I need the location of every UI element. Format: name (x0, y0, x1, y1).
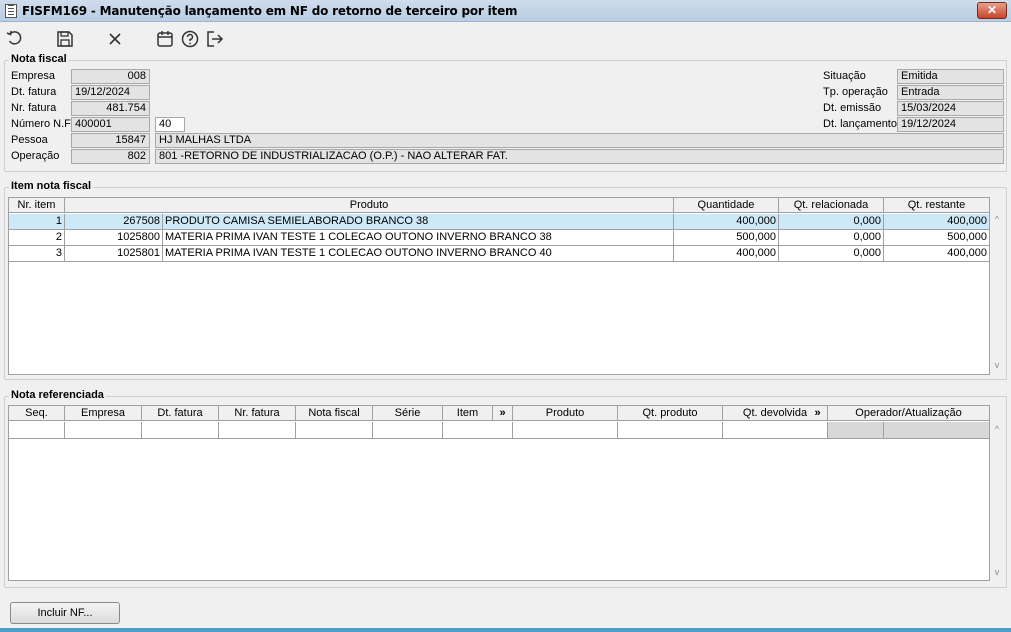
cell-quantidade[interactable]: 500,000 (674, 230, 779, 246)
empresa-field: 008 (71, 69, 150, 84)
item-grid[interactable]: Nr. item Produto Quantidade Qt. relacion… (8, 197, 990, 375)
dt-emissao-label: Dt. emissão (823, 102, 882, 114)
cell-quantidade[interactable]: 400,000 (674, 214, 779, 230)
cell-operador (828, 422, 884, 439)
cell-atualizacao (884, 422, 990, 439)
cell-serie[interactable] (373, 422, 443, 439)
nr-fatura-label: Nr. fatura (11, 102, 57, 114)
cell-qt-relacionada[interactable]: 0,000 (779, 230, 884, 246)
numero-nf-field: 400001 (71, 117, 150, 132)
dt-fatura-label: Dt. fatura (11, 86, 57, 98)
tp-operacao-field: Entrada (897, 85, 1004, 100)
cell-qt-relacionada[interactable]: 0,000 (779, 214, 884, 230)
cell-seq[interactable] (9, 422, 65, 439)
item-nota-fiscal-legend: Item nota fiscal (9, 180, 94, 192)
cell-produto[interactable]: PRODUTO CAMISA SEMIELABORADO BRANCO 38 (163, 214, 674, 230)
numero-nf-label: Número N.F (11, 118, 71, 130)
empresa-label: Empresa (11, 70, 56, 82)
serie-field: 40 (155, 117, 185, 132)
pessoa-code-field: 15847 (71, 133, 150, 148)
scroll-down-icon[interactable]: v (991, 567, 1003, 577)
expand-columns-button[interactable]: » (493, 406, 513, 421)
close-button[interactable]: ✕ (977, 2, 1007, 19)
operacao-label: Operação (11, 150, 60, 162)
scroll-up-icon[interactable]: ^ (991, 214, 1003, 224)
column-header-produto[interactable]: Produto (65, 198, 674, 213)
window-title: FISFM169 - Manutenção lançamento em NF d… (22, 4, 518, 18)
cell-nota-fiscal[interactable] (296, 422, 373, 439)
dt-emissao-field: 15/03/2024 (897, 101, 1004, 116)
column-header-nr-item[interactable]: Nr. item (9, 198, 65, 213)
column-header-empresa[interactable]: Empresa (65, 406, 142, 421)
cell-dt-fatura[interactable] (142, 422, 219, 439)
cell-qt-restante[interactable]: 500,000 (884, 230, 990, 246)
cell-codigo[interactable]: 1025800 (65, 230, 163, 246)
cell-codigo[interactable]: 267508 (65, 214, 163, 230)
column-header-produto[interactable]: Produto (513, 406, 618, 421)
cell-produto[interactable]: MATERIA PRIMA IVAN TESTE 1 COLECAO OUTON… (163, 246, 674, 262)
column-header-operador-atualizacao[interactable]: Operador/Atualização (828, 406, 990, 421)
cell-qt-relacionada[interactable]: 0,000 (779, 246, 884, 262)
cell-nr-item[interactable]: 2 (9, 230, 65, 246)
save-icon[interactable] (55, 29, 75, 49)
scroll-up-icon[interactable]: ^ (991, 424, 1003, 434)
referenced-grid[interactable]: Seq. Empresa Dt. fatura Nr. fatura Nota … (8, 405, 990, 581)
scroll-down-icon[interactable]: v (991, 360, 1003, 370)
situacao-field: Emitida (897, 69, 1004, 84)
cell-codigo[interactable]: 1025801 (65, 246, 163, 262)
document-icon (5, 4, 17, 18)
dt-fatura-field: 19/12/2024 (71, 85, 150, 100)
calendar-icon[interactable] (155, 29, 175, 49)
column-header-qt-produto[interactable]: Qt. produto (618, 406, 723, 421)
dt-lancamento-field: 19/12/2024 (897, 117, 1004, 132)
operacao-code-field: 802 (71, 149, 150, 164)
cell-nr-fatura[interactable] (219, 422, 296, 439)
column-header-dt-fatura[interactable]: Dt. fatura (142, 406, 219, 421)
incluir-nf-button[interactable]: Incluir NF... (10, 602, 120, 624)
pessoa-name-field: HJ MALHAS LTDA (155, 133, 1004, 148)
column-header-item[interactable]: Item (443, 406, 493, 421)
toolbar (0, 26, 1011, 52)
tp-operacao-label: Tp. operação (823, 86, 888, 98)
pessoa-label: Pessoa (11, 134, 48, 146)
cell-empresa[interactable] (65, 422, 142, 439)
cell-produto[interactable]: MATERIA PRIMA IVAN TESTE 1 COLECAO OUTON… (163, 230, 674, 246)
nota-fiscal-legend: Nota fiscal (9, 53, 69, 65)
help-icon[interactable] (180, 29, 200, 49)
column-header-qt-relacionada[interactable]: Qt. relacionada (779, 198, 884, 213)
cell-qt-restante[interactable]: 400,000 (884, 246, 990, 262)
situacao-label: Situação (823, 70, 866, 82)
column-header-nota-fiscal[interactable]: Nota fiscal (296, 406, 373, 421)
column-header-qt-restante[interactable]: Qt. restante (884, 198, 990, 213)
cell-item[interactable] (443, 422, 513, 439)
operacao-desc-field: 801 -RETORNO DE INDUSTRIALIZACAO (O.P.) … (155, 149, 1004, 164)
cell-nr-item[interactable]: 1 (9, 214, 65, 230)
exit-icon[interactable] (205, 29, 225, 49)
column-header-quantidade[interactable]: Quantidade (674, 198, 779, 213)
column-header-serie[interactable]: Série (373, 406, 443, 421)
cell-qt-produto[interactable] (618, 422, 723, 439)
nr-fatura-field: 481.754 (71, 101, 150, 116)
title-bar: FISFM169 - Manutenção lançamento em NF d… (0, 0, 1011, 22)
cell-qt-restante[interactable]: 400,000 (884, 214, 990, 230)
cell-produto[interactable] (513, 422, 618, 439)
dt-lancamento-label: Dt. lançamento (823, 118, 897, 130)
window-bottom-edge (0, 628, 1011, 632)
cell-quantidade[interactable]: 400,000 (674, 246, 779, 262)
column-header-nr-fatura[interactable]: Nr. fatura (219, 406, 296, 421)
nota-referenciada-legend: Nota referenciada (9, 389, 106, 401)
cell-qt-devolvida[interactable] (723, 422, 828, 439)
cancel-icon[interactable] (105, 29, 125, 49)
undo-icon[interactable] (5, 29, 25, 49)
cell-nr-item[interactable]: 3 (9, 246, 65, 262)
expand-columns-button[interactable]: » (808, 406, 828, 421)
column-header-seq[interactable]: Seq. (9, 406, 65, 421)
